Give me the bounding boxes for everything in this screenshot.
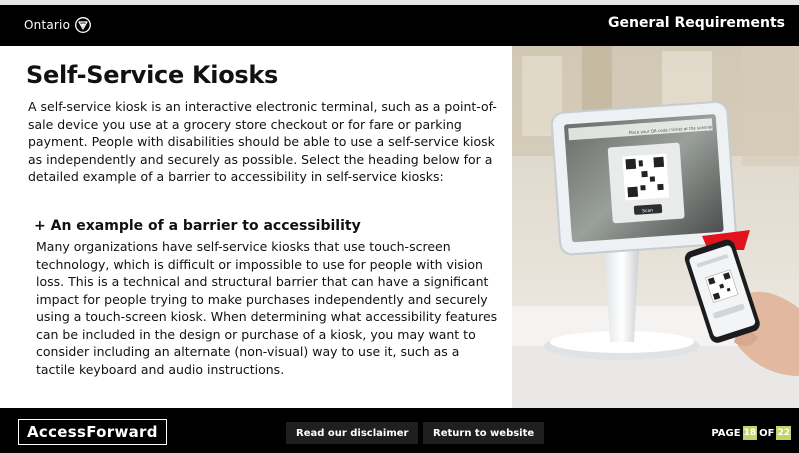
logo-text: Ontario (24, 18, 71, 32)
section-title: General Requirements (607, 15, 785, 31)
kiosk-photo: Place your QR code / ticket at the scann… (512, 46, 799, 408)
kiosk-photo-illustration: Place your QR code / ticket at the scann… (512, 46, 799, 408)
of-label: OF (759, 427, 775, 439)
page-title: Self-Service Kiosks (26, 61, 279, 89)
trillium-icon (75, 17, 92, 33)
kiosk-screen-button: Scan (642, 208, 653, 215)
main-content: Self-Service Kiosks A self-service kiosk… (0, 46, 512, 408)
total-pages-badge: 22 (776, 426, 791, 440)
return-to-website-button[interactable]: Return to website (423, 422, 545, 444)
accordion-body: Many organizations have self-service kio… (36, 239, 498, 377)
current-page-badge: 18 (742, 426, 758, 440)
disclaimer-button[interactable]: Read our disclaimer (286, 422, 419, 444)
header-top-border (0, 0, 799, 5)
page-label: PAGE (711, 427, 741, 439)
footer-bar: AccessForward Read our disclaimer Return… (0, 408, 799, 453)
header-bar: Ontario General Requirements (0, 0, 799, 46)
ontario-logo: Ontario (24, 15, 92, 35)
intro-paragraph: A self-service kiosk is an interactive e… (28, 99, 497, 184)
accessforward-logo: AccessForward (18, 419, 167, 445)
slide: Ontario General Requirements Self-Servic… (0, 0, 799, 453)
page-indicator: PAGE 18 OF 22 (711, 425, 793, 441)
accordion-toggle-barrier-example[interactable]: + An example of a barrier to accessibili… (34, 218, 361, 234)
